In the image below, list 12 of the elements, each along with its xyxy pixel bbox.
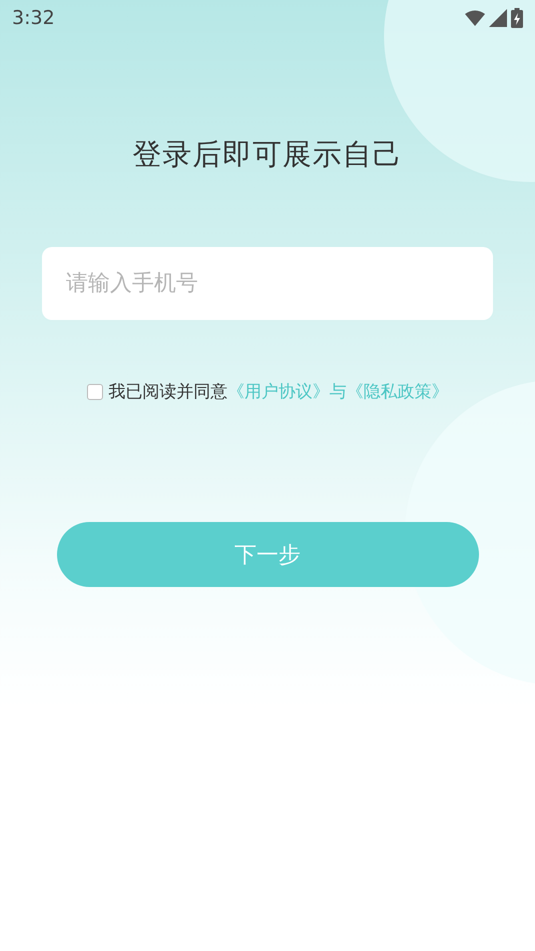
signal-icon: [489, 9, 507, 27]
agreement-text: 我已阅读并同意: [108, 381, 228, 403]
page-title: 登录后即可展示自己: [132, 136, 402, 173]
wifi-icon: [465, 10, 485, 26]
user-agreement-link[interactable]: 《用户协议》: [228, 380, 330, 403]
agreement-checkbox[interactable]: [86, 384, 102, 400]
phone-input-field[interactable]: 请输入手机号: [42, 247, 493, 320]
battery-icon: [511, 8, 523, 28]
privacy-policy-link[interactable]: 《隐私政策》: [346, 380, 448, 403]
next-button[interactable]: 下一步: [56, 522, 478, 587]
status-time: 3:32: [12, 7, 55, 29]
joiner-text: 与: [330, 381, 346, 403]
